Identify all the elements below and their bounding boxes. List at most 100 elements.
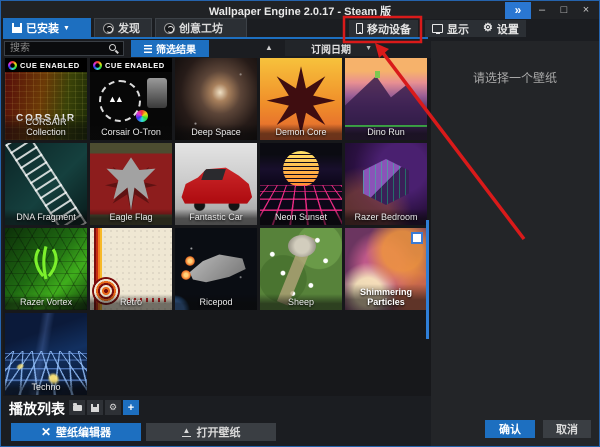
tab-workshop-label: 创意工坊: [179, 20, 223, 36]
color-wheel: [136, 110, 148, 122]
retro-sun-shape: [283, 151, 319, 187]
icue-banner: CUE ENABLED: [90, 58, 172, 72]
spaceship-shape: [183, 236, 249, 302]
wallpaper-title: Shimmering Particles: [345, 284, 427, 310]
wallpaper-tile-retro[interactable]: Retro: [90, 228, 172, 310]
filter-results-button[interactable]: 筛选结果: [131, 40, 209, 57]
discover-icon: [103, 23, 114, 34]
wallpaper-tile-razer-bedroom[interactable]: Razer Bedroom: [345, 143, 427, 225]
wallpaper-tile-eagle-flag[interactable]: Eagle Flag: [90, 143, 172, 225]
wallpaper-title: Techno: [5, 379, 87, 395]
display-button[interactable]: 显示: [425, 20, 476, 37]
wallpaper-title: Ricepod: [175, 294, 257, 310]
icue-banner: CUE ENABLED: [5, 58, 87, 72]
wallpaper-title: Demon Core: [260, 124, 342, 140]
display-label: 显示: [447, 21, 469, 37]
expand-button[interactable]: »: [505, 2, 531, 19]
wallpaper-tile-techno[interactable]: Techno: [5, 313, 87, 395]
playlist-settings-button[interactable]: ⚙: [105, 400, 121, 415]
preview-panel: 请选择一个壁纸 确认 取消: [431, 41, 599, 446]
upload-icon: ▲: [182, 427, 192, 437]
thruster-flame: [185, 256, 195, 266]
wallpaper-tile-dna-fragment[interactable]: DNA Fragment: [5, 143, 87, 225]
cancel-button[interactable]: 取消: [543, 420, 591, 438]
wallpaper-editor-label: 壁纸编辑器: [56, 424, 111, 440]
wallpaper-tile-fantastic-car[interactable]: Fantastic Car: [175, 143, 257, 225]
save-icon: [91, 404, 99, 412]
tab-underline: [3, 37, 428, 39]
wallpaper-tile-deep-space[interactable]: Deep Space: [175, 58, 257, 140]
filter-results-label: 筛选结果: [156, 41, 196, 56]
minimize-button[interactable]: –: [531, 2, 553, 19]
settings-button[interactable]: ⚙ 设置: [476, 20, 526, 37]
wallpaper-tile-ricepod[interactable]: Ricepod: [175, 228, 257, 310]
playlist-title: 播放列表: [9, 399, 65, 419]
open-wallpaper-label: 打开壁纸: [196, 424, 240, 440]
sort-dropdown-value: 订阅日期: [311, 41, 351, 56]
wallpaper-grid: CORSAIR CUE ENABLED CORSAIR Collection C…: [5, 58, 427, 395]
gears-icon: ⚙: [109, 402, 117, 413]
confirm-button[interactable]: 确认: [485, 420, 535, 438]
icue-banner-label: CUE ENABLED: [20, 61, 80, 70]
app-window: Wallpaper Engine 2.0.17 - Steam 版 » – □ …: [0, 0, 600, 447]
icue-ring-icon: [8, 61, 17, 70]
wallpaper-tile-neon-sunset[interactable]: Neon Sunset: [260, 143, 342, 225]
robot-figure: [147, 78, 167, 108]
wallpaper-title: Deep Space: [175, 124, 257, 140]
wallpaper-tile-shimmering-particles[interactable]: Shimmering Particles: [345, 228, 427, 310]
playlist-actions: ⚙ +: [69, 400, 139, 415]
wallpaper-tile-corsair-collection[interactable]: CORSAIR CUE ENABLED CORSAIR Collection: [5, 58, 87, 140]
wallpaper-tile-sheep[interactable]: Sheep: [260, 228, 342, 310]
sort-dropdown[interactable]: 订阅日期 ▼: [285, 40, 377, 56]
razer-logo: [29, 242, 63, 282]
tab-workshop[interactable]: 创意工坊: [155, 18, 247, 37]
search-input[interactable]: [4, 41, 124, 56]
installed-disk-icon: [12, 23, 22, 33]
toolbar: 筛选结果 ▲ 订阅日期 ▼: [1, 41, 431, 57]
title-bar: Wallpaper Engine 2.0.17 - Steam 版 » – □ …: [1, 1, 599, 19]
wallpaper-title: Fantastic Car: [175, 209, 257, 225]
workshop-icon: [164, 23, 175, 34]
corsair-circle-logo: [99, 80, 141, 122]
rock-shape: [288, 235, 316, 257]
wallpaper-title: DNA Fragment: [5, 209, 87, 225]
wallpaper-title: Neon Sunset: [260, 209, 342, 225]
open-playlist-button[interactable]: [69, 400, 85, 415]
crossed-tools-icon: ✕: [41, 427, 51, 437]
wallpaper-editor-button[interactable]: ✕ 壁纸编辑器: [11, 423, 141, 441]
maximize-button[interactable]: □: [553, 2, 575, 19]
mobile-devices-label: 移动设备: [367, 21, 411, 37]
monitor-icon: [432, 24, 443, 33]
dino-figure: [375, 71, 380, 78]
wallpaper-tile-dino-run[interactable]: Dino Run: [345, 58, 427, 140]
wallpaper-grid-area: CORSAIR CUE ENABLED CORSAIR Collection C…: [3, 58, 431, 396]
wallpaper-tile-demon-core[interactable]: Demon Core: [260, 58, 342, 140]
gear-icon: ⚙: [483, 23, 493, 34]
tab-installed-label: 已安装: [26, 20, 59, 36]
tab-discover-label: 发现: [118, 20, 140, 36]
wallpaper-tile-razer-vortex[interactable]: Razer Vortex: [5, 228, 87, 310]
tab-bar: 已安装 ▼ 发现 创意工坊 移动设备 显示 ⚙ 设置: [3, 18, 599, 37]
wallpaper-title: Dino Run: [345, 124, 427, 140]
settings-label: 设置: [497, 21, 519, 37]
window-controls: » – □ ×: [505, 1, 597, 19]
sort-direction-button[interactable]: ▲: [261, 43, 277, 55]
tab-discover[interactable]: 发现: [94, 18, 152, 37]
wallpaper-title: Razer Bedroom: [345, 209, 427, 225]
add-playlist-button[interactable]: +: [123, 400, 139, 415]
filter-icon: [144, 45, 152, 53]
tile-checkbox[interactable]: [411, 232, 423, 244]
wallpaper-title: Razer Vortex: [5, 294, 87, 310]
wallpaper-title: Sheep: [260, 294, 342, 310]
wallpaper-title: CORSAIR Collection: [5, 114, 87, 140]
wallpaper-tile-corsair-o-tron[interactable]: CUE ENABLED Corsair O-Tron: [90, 58, 172, 140]
thruster-flame: [181, 270, 191, 280]
scrollbar-thumb[interactable]: [426, 220, 429, 339]
close-button[interactable]: ×: [575, 2, 597, 19]
select-wallpaper-hint: 请选择一个壁纸: [431, 69, 599, 86]
open-wallpaper-button[interactable]: ▲ 打开壁纸: [146, 423, 276, 441]
save-playlist-button[interactable]: [87, 400, 103, 415]
mobile-devices-button[interactable]: 移动设备: [349, 20, 418, 37]
tab-installed[interactable]: 已安装 ▼: [3, 18, 91, 37]
icue-ring-icon: [93, 61, 102, 70]
